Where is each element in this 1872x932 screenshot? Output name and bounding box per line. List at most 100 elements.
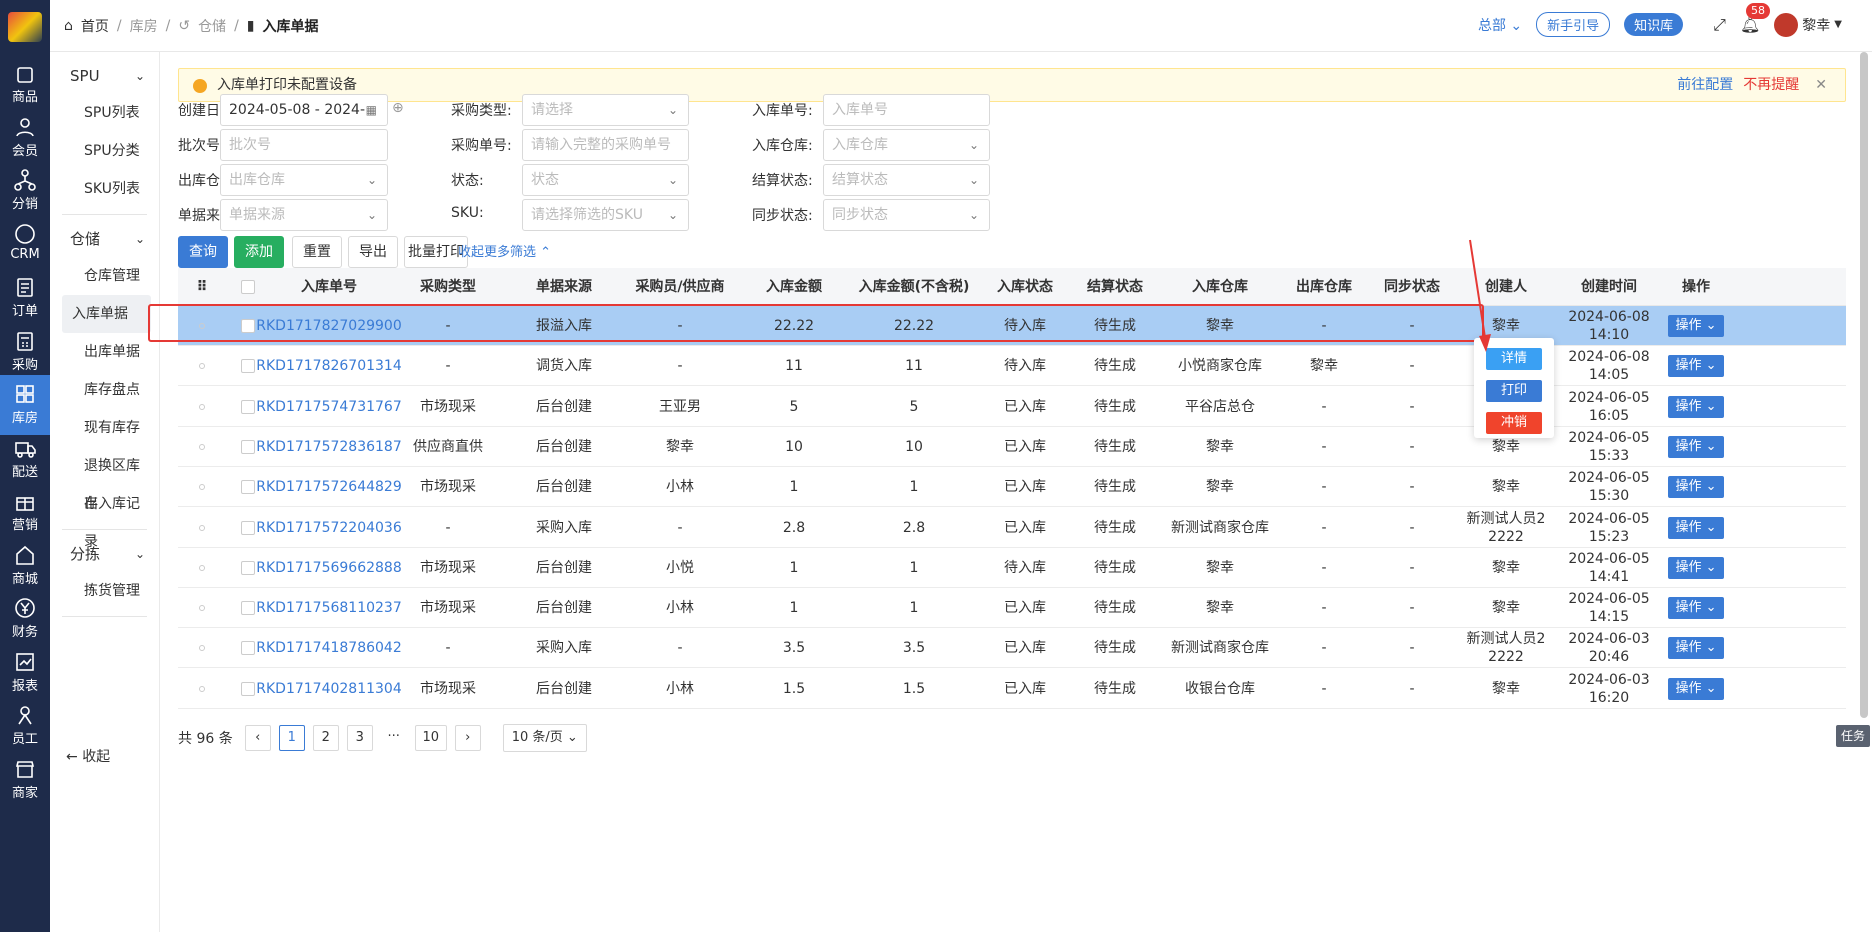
source-select[interactable]: 单据来源 ⌄: [220, 199, 388, 231]
row-radio-cell[interactable]: [178, 467, 226, 507]
row-radio[interactable]: [199, 524, 205, 531]
column-settings-icon[interactable]: ⠿: [178, 268, 226, 306]
inbound-no-link[interactable]: RKD1717572836187: [256, 427, 401, 467]
row-radio-cell[interactable]: [178, 508, 226, 548]
subnav-item[interactable]: 入库单据: [62, 295, 151, 333]
rail-item-gift[interactable]: 营销: [0, 482, 50, 542]
operation-button[interactable]: 操作 ⌄: [1668, 597, 1724, 620]
batch-input[interactable]: 批次号: [220, 129, 388, 161]
rail-item-shop[interactable]: 商家: [0, 750, 50, 810]
fullscreen-icon[interactable]: ⤢: [1713, 15, 1726, 35]
page-button[interactable]: 10: [414, 725, 447, 751]
purchase-type-select[interactable]: 请选择 ⌄: [522, 94, 689, 126]
configure-link[interactable]: 前往配置: [1677, 69, 1733, 101]
table-row[interactable]: RKD1717402811304 市场现采 后台创建 小林 1.5 1.5 已入库 待生成 收银…: [178, 669, 1846, 709]
subnav-item[interactable]: 库存盘点: [62, 371, 151, 409]
subnav-item[interactable]: 出库单据: [62, 333, 151, 371]
table-row[interactable]: RKD1717572204036 - 采购入库 - 2.8 2.8 已入库 待生成 新测试商家仓…: [178, 508, 1846, 548]
inbound-no-link[interactable]: RKD1717569662888: [256, 548, 401, 588]
inbound-no-link[interactable]: RKD1717572204036: [256, 508, 401, 548]
notification-bell[interactable]: 🔔︎ 58: [1740, 3, 1770, 34]
page-button[interactable]: ···: [380, 725, 407, 751]
inbound-no-link[interactable]: RKD1717826701314: [256, 346, 401, 386]
sync-select[interactable]: 同步状态 ⌄: [823, 199, 990, 231]
rail-item-bag[interactable]: 商品: [0, 54, 50, 114]
row-checkbox[interactable]: [241, 439, 255, 454]
rail-item-network[interactable]: 分销: [0, 161, 50, 221]
operation-button[interactable]: 操作 ⌄: [1668, 556, 1724, 579]
row-radio-cell[interactable]: [178, 346, 226, 386]
inbound-no-link[interactable]: RKD1717418786042: [256, 628, 401, 668]
create-date-picker[interactable]: 2024-05-08 - 2024-06-08▦: [220, 94, 388, 148]
row-radio[interactable]: [199, 443, 205, 450]
table-row[interactable]: RKD1717572836187 供应商直供 后台创建 黎幸 10 10 已入库 待生成 黎幸 -…: [178, 427, 1846, 467]
export-button[interactable]: 导出: [348, 236, 398, 268]
prev-page-button[interactable]: ‹: [244, 725, 271, 751]
row-radio[interactable]: [199, 564, 205, 571]
rail-item-user[interactable]: 会员: [0, 108, 50, 168]
subnav-item[interactable]: 退换区库存: [62, 447, 151, 512]
add-circle-icon[interactable]: ⊕: [392, 100, 404, 116]
next-page-button[interactable]: ›: [454, 725, 481, 751]
operation-button[interactable]: 操作 ⌄: [1668, 435, 1724, 458]
home-icon[interactable]: ⌂: [64, 18, 73, 34]
operation-button[interactable]: 操作 ⌄: [1668, 637, 1724, 660]
operation-button[interactable]: 操作 ⌄: [1668, 516, 1724, 539]
row-checkbox[interactable]: [241, 601, 255, 616]
subnav-item[interactable]: 拣货管理: [62, 572, 151, 610]
table-row[interactable]: RKD1717568110237 市场现采 后台创建 小林 1 1 已入库 待生成 黎幸 - - 黎幸…: [178, 588, 1846, 629]
hq-selector[interactable]: 总部 ⌄: [1478, 15, 1522, 35]
reset-button[interactable]: 重置: [292, 236, 342, 268]
rail-item-person[interactable]: 员工: [0, 696, 50, 756]
inbound-no-link[interactable]: RKD1717574731767: [256, 387, 401, 427]
table-row[interactable]: RKD1717572644829 市场现采 后台创建 小林 1 1 已入库 待生成 黎幸 - - 黎幸…: [178, 467, 1846, 508]
table-row[interactable]: RKD1717569662888 市场现采 后台创建 小悦 1 1 待入库 待生成 黎幸 - - 黎幸…: [178, 548, 1846, 588]
settle-select[interactable]: 结算状态 ⌄: [823, 164, 990, 196]
row-radio-cell[interactable]: [178, 628, 226, 668]
knowledge-button[interactable]: 知识库: [1624, 13, 1684, 36]
rail-item-yen[interactable]: 财务: [0, 589, 50, 649]
rail-item-calculator[interactable]: 采购: [0, 322, 50, 382]
row-radio-cell[interactable]: [178, 548, 226, 588]
table-row[interactable]: RKD1717826701314 - 调货入库 - 11 11 待入库 待生成 小悦商家仓库 黎幸…: [178, 346, 1846, 387]
rail-item-home[interactable]: 商城: [0, 536, 50, 596]
crumb-l2[interactable]: 仓储: [198, 16, 226, 36]
row-radio-cell[interactable]: [178, 427, 226, 467]
operation-button[interactable]: 操作 ⌄: [1668, 677, 1724, 700]
subnav-item[interactable]: SPU列表: [62, 94, 151, 132]
purchase-no-input[interactable]: 请输入完整的采购单号: [522, 129, 689, 161]
subnav-group-sorting[interactable]: 分拣 ⌄: [50, 536, 159, 572]
table-row[interactable]: RKD1717418786042 - 采购入库 - 3.5 3.5 已入库 待生成 新测试商家仓…: [178, 628, 1846, 669]
subnav-group-spu[interactable]: SPU ⌄: [50, 58, 159, 94]
user-menu[interactable]: 黎幸 ▼: [1774, 12, 1842, 37]
row-radio[interactable]: [199, 605, 205, 612]
row-checkbox[interactable]: [241, 520, 255, 535]
row-checkbox[interactable]: [241, 560, 255, 575]
inbound-wh-select[interactable]: 入库仓库 ⌄: [823, 129, 990, 161]
operation-button[interactable]: 操作 ⌄: [1668, 395, 1724, 418]
add-button[interactable]: 添加: [234, 236, 284, 268]
table-row[interactable]: RKD1717574731767 市场现采 后台创建 王亚男 5 5 已入库 待生成 平谷店总仓…: [178, 387, 1846, 427]
close-icon[interactable]: ✕: [1815, 69, 1827, 101]
print-menu-item[interactable]: 打印: [1486, 380, 1542, 402]
row-radio[interactable]: [199, 363, 205, 370]
crumb-home[interactable]: 首页: [81, 16, 109, 36]
rail-item-crm[interactable]: CRM: [0, 215, 50, 275]
row-radio[interactable]: [199, 484, 205, 491]
row-checkbox[interactable]: [241, 480, 255, 495]
page-size-select[interactable]: 10 条/页 ⌄: [502, 724, 587, 752]
subnav-item[interactable]: 出入库记录: [62, 485, 151, 550]
row-checkbox[interactable]: [241, 399, 255, 414]
operation-button[interactable]: 操作 ⌄: [1668, 476, 1724, 499]
row-checkbox[interactable]: [241, 681, 255, 696]
page-button[interactable]: 2: [312, 725, 339, 751]
operation-button[interactable]: 操作 ⌄: [1668, 315, 1724, 337]
inbound-no-input[interactable]: 入库单号: [823, 94, 990, 126]
row-radio[interactable]: [199, 645, 205, 652]
subnav-item[interactable]: 现有库存: [62, 409, 151, 447]
guide-button[interactable]: 新手引导: [1536, 12, 1611, 37]
inbound-no-link[interactable]: RKD1717568110237: [256, 588, 401, 628]
row-radio[interactable]: [199, 685, 205, 692]
select-all-cell[interactable]: [226, 268, 270, 306]
subnav-item[interactable]: SKU列表: [62, 170, 151, 208]
